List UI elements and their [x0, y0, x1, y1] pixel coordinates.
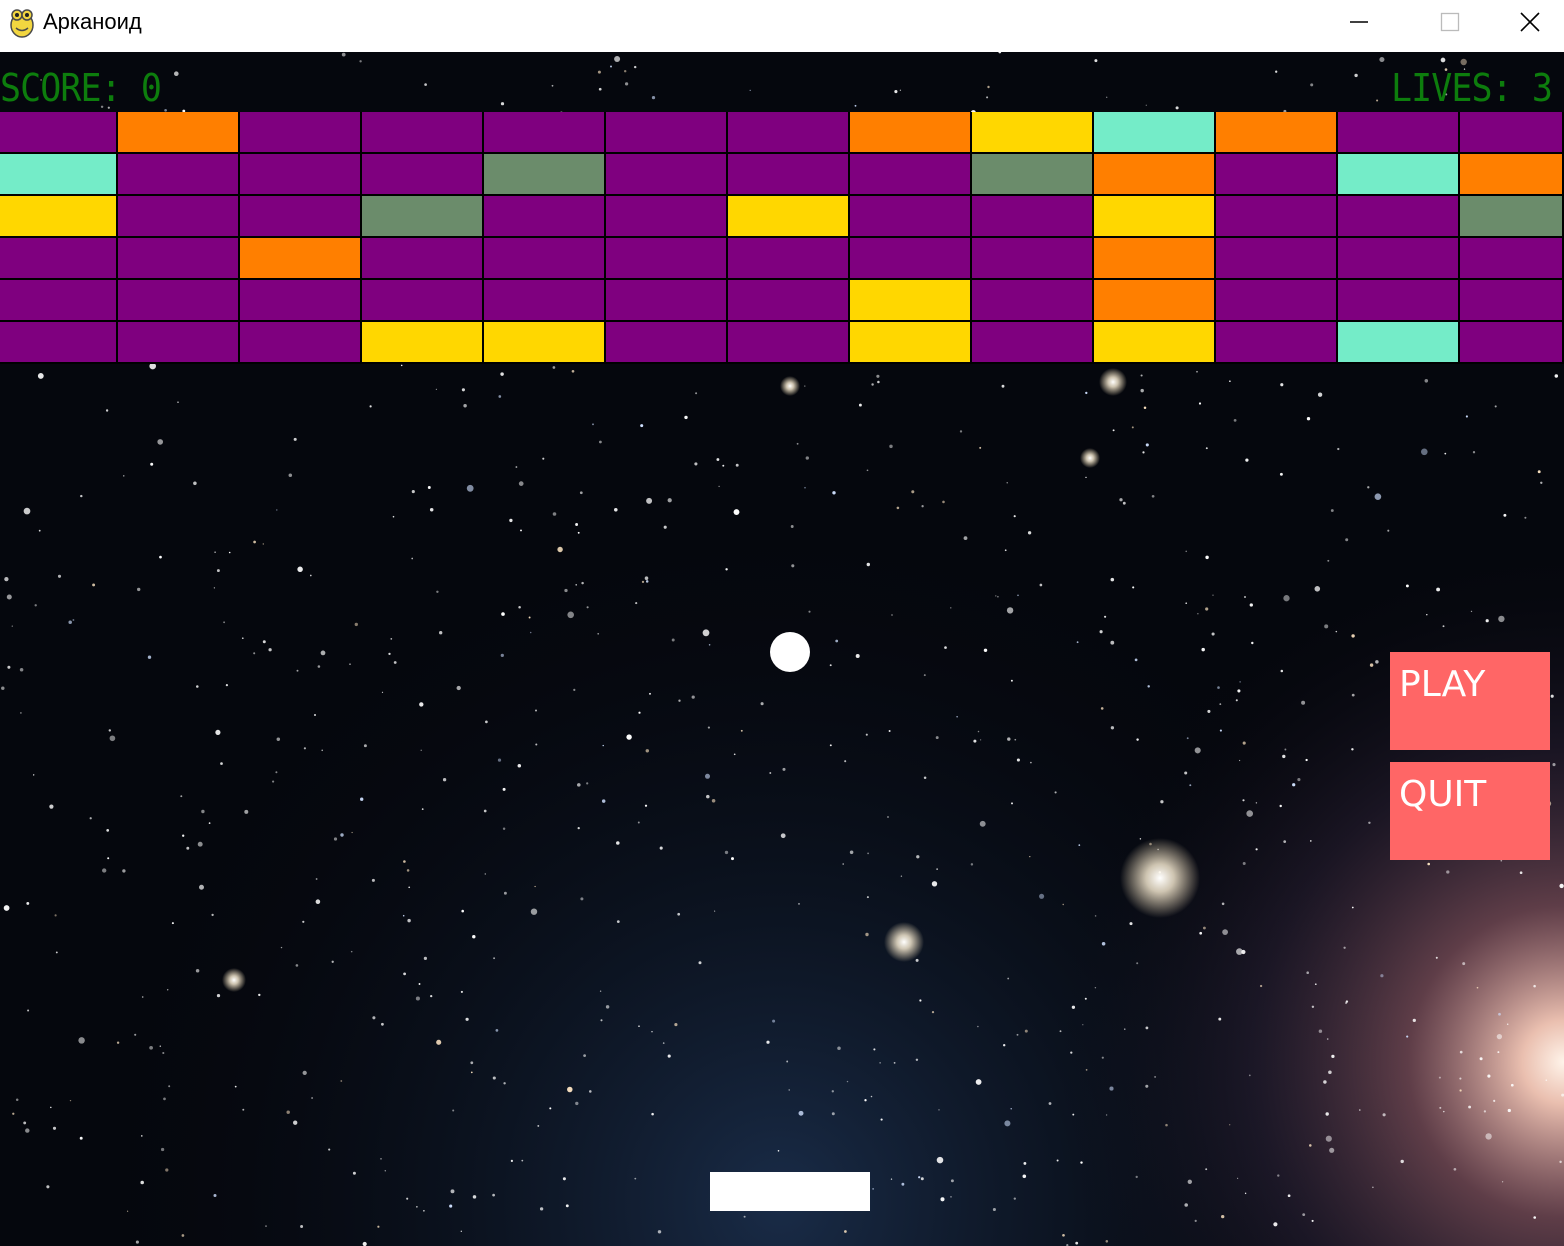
brick	[1338, 322, 1460, 364]
brick	[0, 322, 118, 364]
brick	[972, 112, 1094, 154]
brick	[1338, 280, 1460, 322]
brick	[606, 154, 728, 196]
maximize-icon	[1440, 12, 1460, 32]
brick	[850, 154, 972, 196]
brick	[728, 196, 850, 238]
close-button[interactable]	[1496, 0, 1564, 44]
window-title: Арканоид	[43, 9, 142, 34]
brick	[1216, 280, 1338, 322]
brick	[728, 322, 850, 364]
game-window: Арканоид SCORE: 0 LIVES: 3 PLAY QUIT	[0, 0, 1564, 1246]
brick	[850, 238, 972, 280]
brick	[606, 280, 728, 322]
brick	[362, 154, 484, 196]
pygame-snake-icon	[10, 9, 34, 38]
minimize-icon	[1350, 21, 1368, 23]
brick	[1094, 154, 1216, 196]
brick	[1338, 112, 1460, 154]
brick	[484, 238, 606, 280]
brick	[1216, 196, 1338, 238]
lives-label: LIVES: 3	[1390, 66, 1553, 110]
brick	[1338, 196, 1460, 238]
brick	[362, 196, 484, 238]
brick	[240, 154, 362, 196]
brick	[0, 154, 118, 196]
brick	[1094, 196, 1216, 238]
brick	[1460, 238, 1564, 280]
paddle[interactable]	[710, 1172, 870, 1211]
brick	[606, 112, 728, 154]
brick	[1460, 112, 1564, 154]
brick	[1216, 154, 1338, 196]
brick	[362, 112, 484, 154]
brick	[850, 280, 972, 322]
brick	[728, 154, 850, 196]
brick	[118, 112, 240, 154]
brick	[484, 154, 606, 196]
brick-wall	[0, 112, 1564, 364]
brick	[0, 196, 118, 238]
brick	[118, 196, 240, 238]
brick	[240, 196, 362, 238]
score-label: SCORE: 0	[0, 66, 162, 110]
brick	[728, 238, 850, 280]
brick	[118, 322, 240, 364]
brick	[606, 238, 728, 280]
brick	[972, 196, 1094, 238]
minimize-button[interactable]	[1313, 0, 1405, 44]
brick	[484, 280, 606, 322]
play-button[interactable]: PLAY	[1390, 652, 1550, 750]
game-canvas[interactable]: SCORE: 0 LIVES: 3 PLAY QUIT	[0, 52, 1564, 1246]
brick	[0, 280, 118, 322]
brick	[972, 238, 1094, 280]
brick	[606, 196, 728, 238]
brick	[0, 112, 118, 154]
brick	[850, 196, 972, 238]
brick	[1216, 238, 1338, 280]
brick	[240, 322, 362, 364]
brick	[972, 322, 1094, 364]
brick	[1094, 280, 1216, 322]
brick	[850, 322, 972, 364]
brick	[362, 280, 484, 322]
brick	[1460, 280, 1564, 322]
brick	[362, 238, 484, 280]
brick	[728, 280, 850, 322]
brick	[1338, 154, 1460, 196]
brick	[1094, 112, 1216, 154]
brick	[118, 238, 240, 280]
brick	[728, 112, 850, 154]
brick	[484, 322, 606, 364]
brick	[484, 196, 606, 238]
brick	[362, 322, 484, 364]
brick	[1338, 238, 1460, 280]
brick	[1216, 112, 1338, 154]
brick	[0, 238, 118, 280]
brick	[1460, 154, 1564, 196]
brick	[972, 154, 1094, 196]
brick	[1094, 322, 1216, 364]
brick	[118, 154, 240, 196]
brick	[484, 112, 606, 154]
brick	[240, 238, 362, 280]
brick	[240, 280, 362, 322]
brick	[1216, 322, 1338, 364]
maximize-button[interactable]	[1404, 0, 1496, 44]
brick	[118, 280, 240, 322]
brick	[240, 112, 362, 154]
brick	[606, 322, 728, 364]
quit-button[interactable]: QUIT	[1390, 762, 1550, 860]
brick	[972, 280, 1094, 322]
brick	[1460, 322, 1564, 364]
ball	[770, 632, 810, 672]
brick	[1460, 196, 1564, 238]
brick	[850, 112, 972, 154]
title-bar: Арканоид	[0, 0, 1564, 52]
close-icon	[1520, 12, 1540, 32]
brick	[1094, 238, 1216, 280]
